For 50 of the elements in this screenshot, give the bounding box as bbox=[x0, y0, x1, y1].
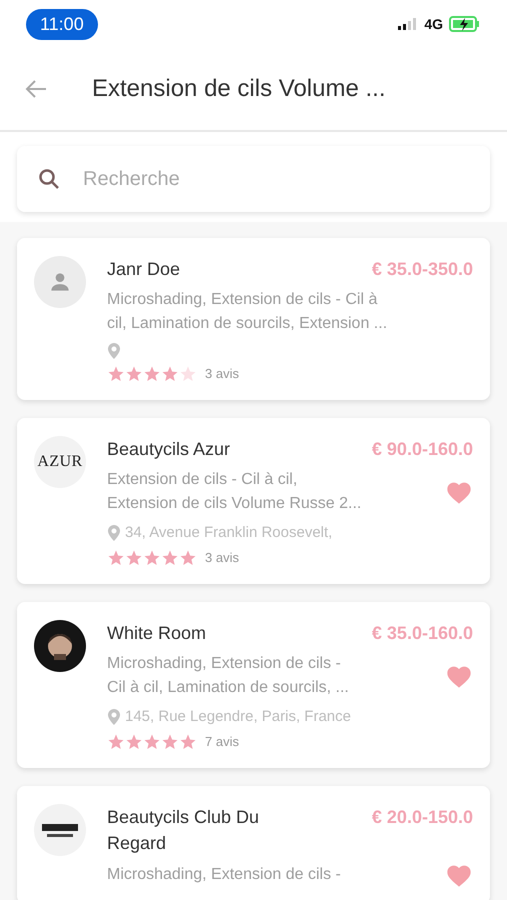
star-icon bbox=[125, 364, 143, 383]
price-range: € 35.0-160.0 bbox=[372, 622, 473, 644]
salon-card[interactable]: White Room € 35.0-160.0 Microshading, Extension de cils - Cil à cil, Lamination de sourcils, ... 145, Rue Legendre, Paris, France 7 avis bbox=[17, 602, 490, 768]
star-icon bbox=[125, 732, 143, 751]
logo: AZUR bbox=[34, 436, 86, 488]
price-range: € 20.0-150.0 bbox=[372, 806, 473, 828]
status-time: 11:00 bbox=[26, 8, 98, 40]
search-icon bbox=[37, 167, 61, 191]
salon-card[interactable]: Janr Doe € 35.0-350.0 Microshading, Extension de cils - Cil à cil, Lamination de sourcils, Extension ... 3 avis bbox=[17, 238, 490, 400]
services-text: Extension de cils - Cil à cil, Extension de cils Volume Russe 2... bbox=[107, 470, 362, 514]
page-title: Extension de cils Volume ... bbox=[92, 74, 386, 104]
search-input[interactable]: Recherche bbox=[83, 164, 470, 194]
services-text: Microshading, Extension de cils - Cil à cil, Lamination de sourcils, ... bbox=[107, 654, 349, 698]
salon-card[interactable]: AZUR Beautycils Azur € 90.0-160.0 Extension de cils - Cil à cil, Extension de cils Volume Russe 2... 34, Avenue Franklin Roosevelt, 3 avis bbox=[17, 418, 490, 584]
star-icon bbox=[143, 732, 161, 751]
services-text: Microshading, Extension de cils - bbox=[107, 864, 341, 884]
search-bar[interactable]: Recherche bbox=[17, 146, 490, 212]
salon-name: Janr Doe bbox=[107, 258, 180, 281]
star-icon bbox=[179, 548, 197, 567]
location-pin-icon bbox=[107, 708, 121, 726]
review-count: 3 avis bbox=[205, 365, 239, 383]
star-icon bbox=[125, 548, 143, 567]
salon-name: Beautycils Azur bbox=[107, 438, 230, 461]
back-arrow-icon[interactable] bbox=[24, 79, 48, 99]
salon-name: Beautycils Club Du Regard bbox=[107, 806, 260, 855]
network-label: 4G bbox=[424, 14, 443, 34]
battery-charging-icon bbox=[449, 16, 481, 32]
star-icon bbox=[161, 364, 179, 383]
star-icon bbox=[161, 732, 179, 751]
star-icon bbox=[143, 548, 161, 567]
star-icon bbox=[107, 732, 125, 751]
location-pin-icon bbox=[107, 342, 121, 360]
address-text: 145, Rue Legendre, Paris, France bbox=[125, 706, 351, 726]
star-icon bbox=[179, 364, 197, 383]
star-icon bbox=[179, 732, 197, 751]
price-range: € 90.0-160.0 bbox=[372, 438, 473, 460]
star-icon bbox=[161, 548, 179, 567]
salon-name: White Room bbox=[107, 622, 206, 644]
star-icon bbox=[107, 364, 125, 383]
address-text: 34, Avenue Franklin Roosevelt, bbox=[125, 522, 332, 542]
signal-icon bbox=[398, 18, 418, 30]
services-text: Microshading, Extension de cils - Cil à cil, Lamination de sourcils, Extension ... bbox=[107, 290, 388, 334]
star-icon bbox=[107, 548, 125, 567]
review-count: 3 avis bbox=[205, 549, 239, 567]
star-icon bbox=[143, 364, 161, 383]
price-range: € 35.0-350.0 bbox=[372, 258, 473, 281]
review-count: 7 avis bbox=[205, 733, 239, 751]
location-pin-icon bbox=[107, 524, 121, 542]
logo bbox=[34, 804, 86, 856]
salon-card[interactable]: Beautycils Club Du Regard € 20.0-150.0 Microshading, Extension de cils - bbox=[17, 786, 490, 900]
